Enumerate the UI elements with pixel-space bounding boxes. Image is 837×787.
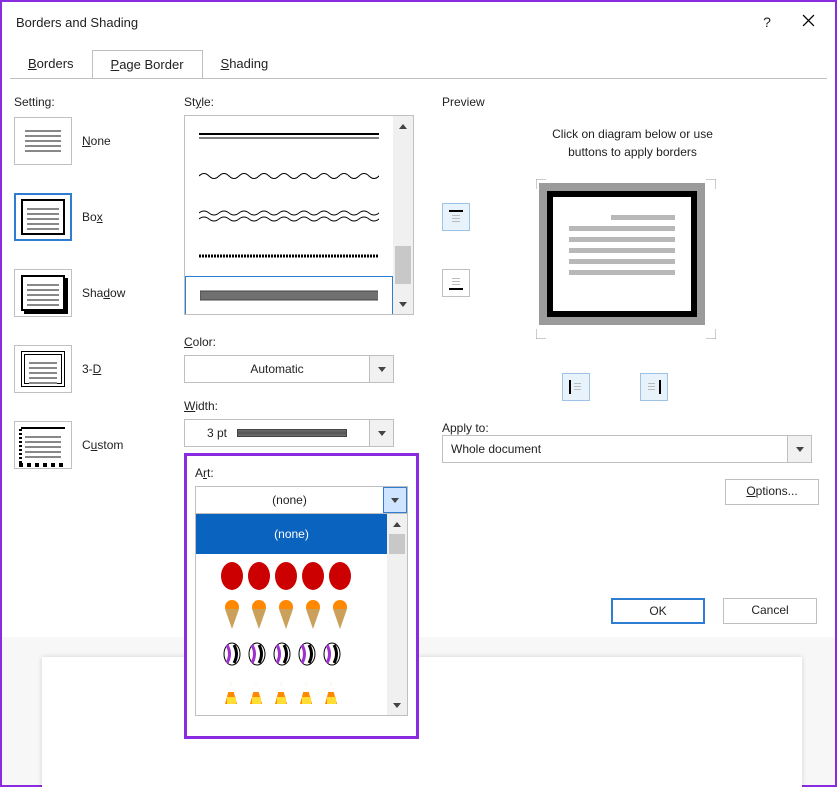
chevron-down-icon: [378, 367, 386, 372]
apply-to-value: Whole document: [443, 436, 787, 462]
close-icon: [802, 14, 815, 27]
scroll-thumb[interactable]: [389, 534, 405, 554]
chevron-down-icon: [796, 447, 804, 452]
scroll-down-button[interactable]: [387, 695, 407, 715]
border-right-icon: [646, 379, 662, 395]
tab-shading[interactable]: Shading: [203, 50, 287, 79]
color-value: Automatic: [185, 356, 369, 382]
setting-label: Setting:: [14, 95, 174, 109]
setting-box[interactable]: Box: [14, 193, 174, 241]
art-label: Art:: [195, 466, 408, 480]
width-dropdown[interactable]: 3 pt: [184, 419, 394, 447]
titlebar: Borders and Shading ?: [2, 2, 835, 42]
art-option-icecream[interactable]: [196, 594, 387, 634]
art-option-none[interactable]: (none): [196, 514, 387, 554]
scroll-thumb[interactable]: [395, 246, 411, 284]
ok-button[interactable]: OK: [611, 598, 705, 624]
art-dropdown[interactable]: (none): [195, 486, 408, 514]
width-value: 3 pt: [185, 420, 369, 446]
style-label: Style:: [184, 95, 414, 109]
chevron-down-icon: [399, 302, 407, 307]
scroll-up-button[interactable]: [393, 116, 413, 136]
preview-diagram[interactable]: [547, 191, 697, 317]
style-listbox[interactable]: [184, 115, 414, 315]
color-dropdown-arrow[interactable]: [369, 356, 393, 382]
preview-label: Preview: [442, 95, 823, 109]
art-dropdown-arrow[interactable]: [383, 487, 407, 513]
corner-marker-icon: [536, 179, 546, 189]
close-button[interactable]: [787, 14, 829, 30]
setting-shadow[interactable]: Shadow: [14, 269, 174, 317]
width-sample-icon: [237, 429, 347, 437]
art-candy-icon: [217, 639, 367, 669]
color-dropdown[interactable]: Automatic: [184, 355, 394, 383]
scroll-up-button[interactable]: [387, 514, 407, 534]
setting-3d[interactable]: 3-D: [14, 345, 174, 393]
chevron-down-icon: [391, 498, 399, 503]
art-apples-icon: [217, 558, 367, 590]
corner-marker-icon: [706, 179, 716, 189]
chevron-up-icon: [393, 522, 401, 527]
art-option-red-apples[interactable]: [196, 554, 387, 594]
setting-label-shadow: Shadow: [82, 286, 125, 300]
style-option-wave[interactable]: [185, 196, 393, 236]
art-option-candycorn[interactable]: [196, 674, 387, 714]
preview-right-border-button[interactable]: [640, 373, 668, 401]
setting-label-box: Box: [82, 210, 103, 224]
dialog-title: Borders and Shading: [16, 15, 747, 30]
style-option-doublethin[interactable]: [185, 116, 393, 156]
help-button[interactable]: ?: [747, 14, 787, 30]
style-option-dashes[interactable]: [185, 236, 393, 276]
chevron-up-icon: [399, 124, 407, 129]
art-section-highlight: Art: (none) (none): [184, 453, 419, 739]
border-bottom-icon: [448, 275, 464, 291]
border-left-icon: [568, 379, 584, 395]
chevron-down-icon: [378, 431, 386, 436]
width-dropdown-arrow[interactable]: [369, 420, 393, 446]
tab-borders[interactable]: Borders: [10, 50, 92, 79]
options-button[interactable]: Options...: [725, 479, 819, 505]
preview-hint: Click on diagram below or usebuttons to …: [442, 125, 823, 161]
color-label: Color:: [184, 335, 414, 349]
art-value: (none): [196, 487, 383, 513]
width-label: Width:: [184, 399, 414, 413]
art-candycorn-icon: [217, 680, 367, 708]
border-top-icon: [448, 209, 464, 225]
preview-bottom-border-button[interactable]: [442, 269, 470, 297]
tab-page-border[interactable]: Page Border: [92, 50, 203, 79]
apply-to-dropdown-arrow[interactable]: [787, 436, 811, 462]
setting-label-custom: Custom: [82, 438, 123, 452]
preview-top-border-button[interactable]: [442, 203, 470, 231]
chevron-down-icon: [393, 703, 401, 708]
setting-label-3d: 3-D: [82, 362, 101, 376]
preview-left-border-button[interactable]: [562, 373, 590, 401]
setting-custom[interactable]: Custom: [14, 421, 174, 469]
apply-to-dropdown[interactable]: Whole document: [442, 435, 812, 463]
style-scrollbar[interactable]: [393, 116, 413, 314]
art-option-candy[interactable]: [196, 634, 387, 674]
corner-marker-icon: [536, 329, 546, 339]
setting-label-none: None: [82, 134, 111, 148]
style-option-thick-emboss[interactable]: [185, 276, 393, 314]
art-dropdown-list[interactable]: (none): [195, 514, 408, 716]
cancel-button[interactable]: Cancel: [723, 598, 817, 624]
art-scrollbar[interactable]: [387, 514, 407, 715]
setting-none[interactable]: None: [14, 117, 174, 165]
art-icecream-icon: [217, 597, 367, 631]
scroll-down-button[interactable]: [393, 294, 413, 314]
style-option-zigzag[interactable]: [185, 156, 393, 196]
corner-marker-icon: [706, 329, 716, 339]
